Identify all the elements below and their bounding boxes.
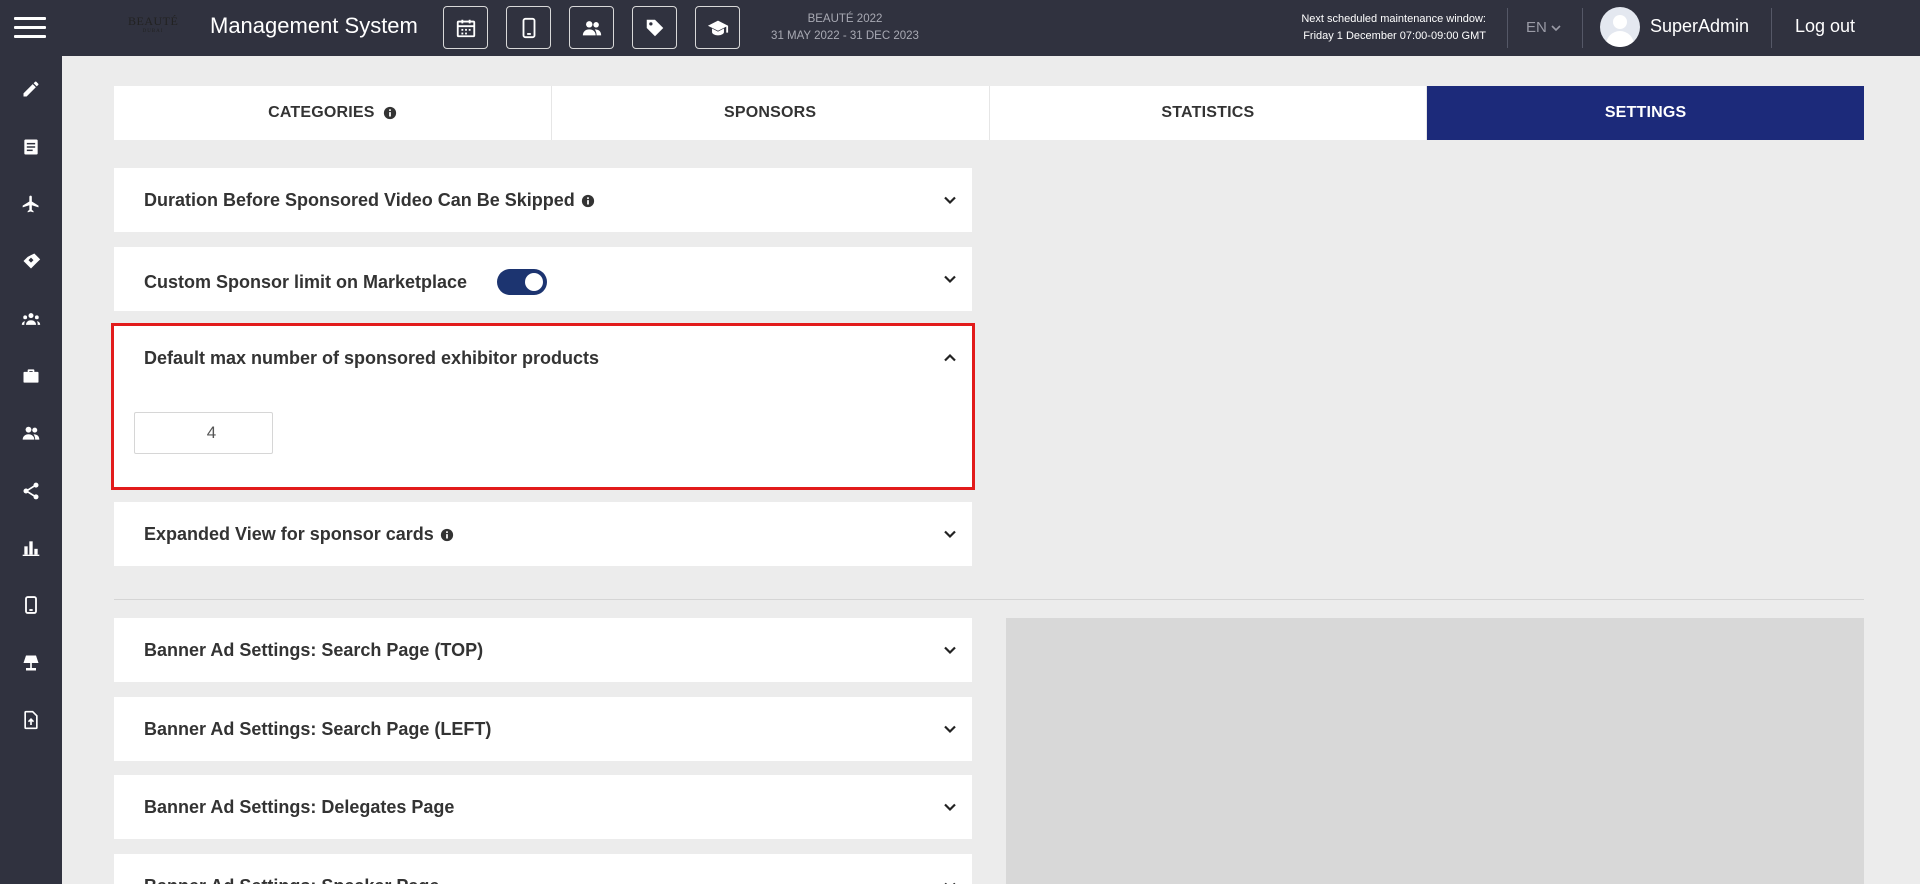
tab-statistics[interactable]: STATISTICS <box>990 86 1428 140</box>
info-icon[interactable] <box>581 194 595 208</box>
chevron-down-icon <box>1551 24 1561 31</box>
panel-banner-search-left[interactable]: Banner Ad Settings: Search Page (LEFT) <box>114 697 972 761</box>
panel-title: Banner Ad Settings: Search Page (TOP) <box>144 640 484 660</box>
top-bar: BEAUTÉ DUBAI Management System BEAUTÉ 20… <box>0 0 1920 56</box>
panel-title: Banner Ad Settings: Search Page (LEFT) <box>144 719 492 739</box>
panel-expanded-view[interactable]: Expanded View for sponsor cards <box>114 502 972 566</box>
tab-label: SPONSORS <box>723 104 817 121</box>
info-icon[interactable] <box>383 106 397 120</box>
app-title: Management System <box>210 13 418 38</box>
plane-icon[interactable] <box>0 184 62 224</box>
chevron-down-icon[interactable] <box>942 799 958 815</box>
maintenance-notice: Next scheduled maintenance window: Frida… <box>1290 11 1486 45</box>
tab-sponsors[interactable]: SPONSORS <box>552 86 990 140</box>
section-divider <box>114 599 1864 600</box>
tab-label: SETTINGS <box>1604 104 1687 121</box>
divider <box>1771 8 1772 48</box>
chevron-down-icon[interactable] <box>942 192 958 208</box>
chevron-down-icon[interactable] <box>942 878 958 884</box>
event-name: BEAUTÉ 2022 <box>807 13 883 25</box>
language-label: EN <box>1526 19 1547 36</box>
calendar-icon[interactable] <box>443 6 488 49</box>
tab-settings[interactable]: SETTINGS <box>1427 86 1864 140</box>
panel-custom-sponsor-limit[interactable]: Custom Sponsor limit on Marketplace <box>114 247 972 311</box>
panel-banner-speaker[interactable]: Banner Ad Settings: Speaker Page <box>114 854 972 884</box>
maintenance-line-2: Friday 1 December 07:00-09:00 GMT <box>1303 30 1486 42</box>
mobile-icon[interactable] <box>0 585 62 625</box>
mobile-icon[interactable] <box>506 6 551 49</box>
username[interactable]: SuperAdmin <box>1650 16 1749 37</box>
list-icon[interactable] <box>0 127 62 167</box>
tab-categories[interactable]: CATEGORIES <box>114 86 552 140</box>
tag-icon[interactable] <box>632 6 677 49</box>
file-upload-icon[interactable] <box>0 700 62 740</box>
panel-duration-skip[interactable]: Duration Before Sponsored Video Can Be S… <box>114 168 972 232</box>
event-info: BEAUTÉ 2022 31 MAY 2022 - 31 DEC 2023 <box>760 11 930 45</box>
custom-limit-toggle[interactable] <box>497 269 548 295</box>
group-icon[interactable] <box>0 299 62 339</box>
lamp-icon[interactable] <box>0 643 62 683</box>
event-dates: 31 MAY 2022 - 31 DEC 2023 <box>771 30 919 42</box>
users-icon[interactable] <box>0 413 62 453</box>
banner-preview-area <box>1006 618 1864 884</box>
divider <box>1582 8 1583 48</box>
panel-default-max-sponsored: Default max number of sponsored exhibito… <box>111 323 975 490</box>
chevron-down-icon[interactable] <box>942 642 958 658</box>
avatar[interactable] <box>1600 7 1640 47</box>
panel-title: Banner Ad Settings: Delegates Page <box>144 797 455 817</box>
share-icon[interactable] <box>0 471 62 511</box>
panel-title: Banner Ad Settings: Speaker Page <box>144 876 439 884</box>
bar-chart-icon[interactable] <box>0 528 62 568</box>
users-icon[interactable] <box>569 6 614 49</box>
panel-title: Custom Sponsor limit on Marketplace <box>144 271 468 292</box>
tab-label: CATEGORIES <box>268 104 375 121</box>
menu-icon[interactable] <box>14 17 46 39</box>
chevron-up-icon[interactable] <box>942 350 958 366</box>
info-icon[interactable] <box>440 528 454 542</box>
sidebar <box>0 56 62 884</box>
pencil-icon[interactable] <box>0 69 62 109</box>
panel-title: Expanded View for sponsor cards <box>144 524 434 544</box>
panel-title: Default max number of sponsored exhibito… <box>144 348 600 368</box>
chevron-down-icon[interactable] <box>942 526 958 542</box>
tab-label: STATISTICS <box>1161 104 1255 121</box>
event-logo: BEAUTÉ DUBAI <box>128 14 179 34</box>
chevron-down-icon[interactable] <box>942 721 958 737</box>
maintenance-line-1: Next scheduled maintenance window: <box>1301 13 1486 25</box>
handshake-icon[interactable] <box>0 241 62 281</box>
max-products-input[interactable] <box>134 412 273 454</box>
panel-title: Duration Before Sponsored Video Can Be S… <box>144 190 575 210</box>
panel-banner-search-top[interactable]: Banner Ad Settings: Search Page (TOP) <box>114 618 972 682</box>
tab-bar: CATEGORIES SPONSORS STATISTICS SETTINGS <box>114 86 1864 140</box>
logout-link[interactable]: Log out <box>1795 16 1855 37</box>
briefcase-icon[interactable] <box>0 356 62 396</box>
panel-banner-delegates[interactable]: Banner Ad Settings: Delegates Page <box>114 775 972 839</box>
divider <box>1507 8 1508 48</box>
graduation-cap-icon[interactable] <box>695 6 740 49</box>
language-selector[interactable]: EN <box>1526 19 1562 36</box>
chevron-down-icon[interactable] <box>942 271 958 287</box>
